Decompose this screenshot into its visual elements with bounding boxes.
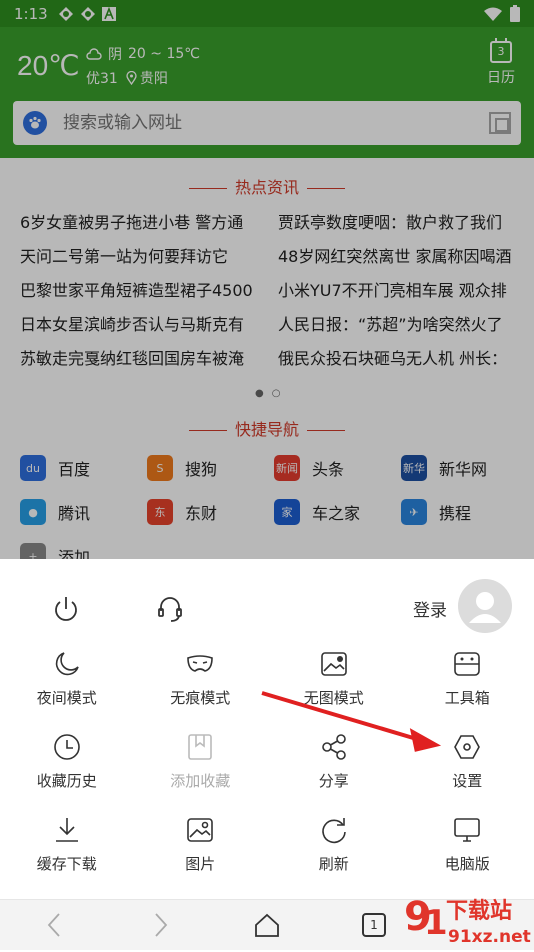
sheet-top-row: 登录 bbox=[0, 559, 534, 649]
svg-text:91xz.net: 91xz.net bbox=[448, 927, 531, 947]
share-button[interactable]: 分享 bbox=[267, 730, 401, 813]
watermark-logo: 9 1 下载站 91xz.net bbox=[402, 890, 532, 948]
power-icon[interactable] bbox=[50, 593, 82, 625]
avatar[interactable] bbox=[458, 579, 512, 633]
desktop-mode-button[interactable]: 电脑版 bbox=[401, 813, 534, 896]
menu-label: 图片 bbox=[185, 853, 215, 874]
login-button[interactable]: 登录 bbox=[413, 596, 447, 621]
desktop-icon bbox=[452, 815, 482, 845]
dim-overlay[interactable] bbox=[0, 0, 534, 559]
home-icon[interactable] bbox=[252, 910, 282, 940]
share-icon bbox=[319, 732, 349, 762]
browser-menu-sheet: 登录 夜间模式 无痕模式 无图模式 工具箱 bbox=[0, 559, 534, 899]
no-image-mode-button[interactable]: 无图模式 bbox=[267, 647, 401, 730]
tabs-button[interactable]: 1 bbox=[362, 913, 386, 937]
menu-label: 工具箱 bbox=[445, 687, 490, 708]
menu-label: 收藏历史 bbox=[37, 770, 97, 791]
download-icon bbox=[52, 815, 82, 845]
clock-icon bbox=[52, 732, 82, 762]
images-button[interactable]: 图片 bbox=[134, 813, 268, 896]
menu-label: 电脑版 bbox=[445, 853, 490, 874]
refresh-icon bbox=[319, 815, 349, 845]
menu-label: 无图模式 bbox=[304, 687, 364, 708]
menu-label: 添加收藏 bbox=[170, 770, 230, 791]
menu-label: 刷新 bbox=[319, 853, 349, 874]
menu-label: 缓存下载 bbox=[37, 853, 97, 874]
svg-text:下载站: 下载站 bbox=[446, 898, 512, 924]
home-content: 热点资讯 6岁女童被男子拖进小巷 警方通 贾跃亭数度哽咽：散户救了我们 天问二号… bbox=[0, 158, 534, 559]
settings-button[interactable]: 设置 bbox=[401, 730, 534, 813]
svg-text:1: 1 bbox=[424, 903, 448, 943]
moon-icon bbox=[52, 649, 82, 679]
forward-arrow-icon[interactable] bbox=[145, 910, 175, 940]
bookmarks-history-button[interactable]: 收藏历史 bbox=[0, 730, 134, 813]
incognito-mode-button[interactable]: 无痕模式 bbox=[134, 647, 268, 730]
add-bookmark-button[interactable]: 添加收藏 bbox=[134, 730, 268, 813]
no-image-icon bbox=[319, 649, 349, 679]
settings-hexagon-icon bbox=[452, 732, 482, 762]
mask-icon bbox=[185, 649, 215, 679]
downloads-button[interactable]: 缓存下载 bbox=[0, 813, 134, 896]
toolbox-icon bbox=[452, 649, 482, 679]
menu-label: 无痕模式 bbox=[170, 687, 230, 708]
refresh-button[interactable]: 刷新 bbox=[267, 813, 401, 896]
night-mode-button[interactable]: 夜间模式 bbox=[0, 647, 134, 730]
menu-label: 设置 bbox=[452, 770, 482, 791]
image-icon bbox=[185, 815, 215, 845]
user-avatar-icon bbox=[458, 579, 512, 633]
back-arrow-icon[interactable] bbox=[40, 910, 70, 940]
customer-service-icon[interactable] bbox=[154, 593, 186, 625]
menu-label: 夜间模式 bbox=[37, 687, 97, 708]
menu-grid: 夜间模式 无痕模式 无图模式 工具箱 收藏历史 添加收藏 分享 bbox=[0, 647, 534, 896]
menu-label: 分享 bbox=[319, 770, 349, 791]
toolbox-button[interactable]: 工具箱 bbox=[401, 647, 534, 730]
bookmark-icon bbox=[185, 732, 215, 762]
